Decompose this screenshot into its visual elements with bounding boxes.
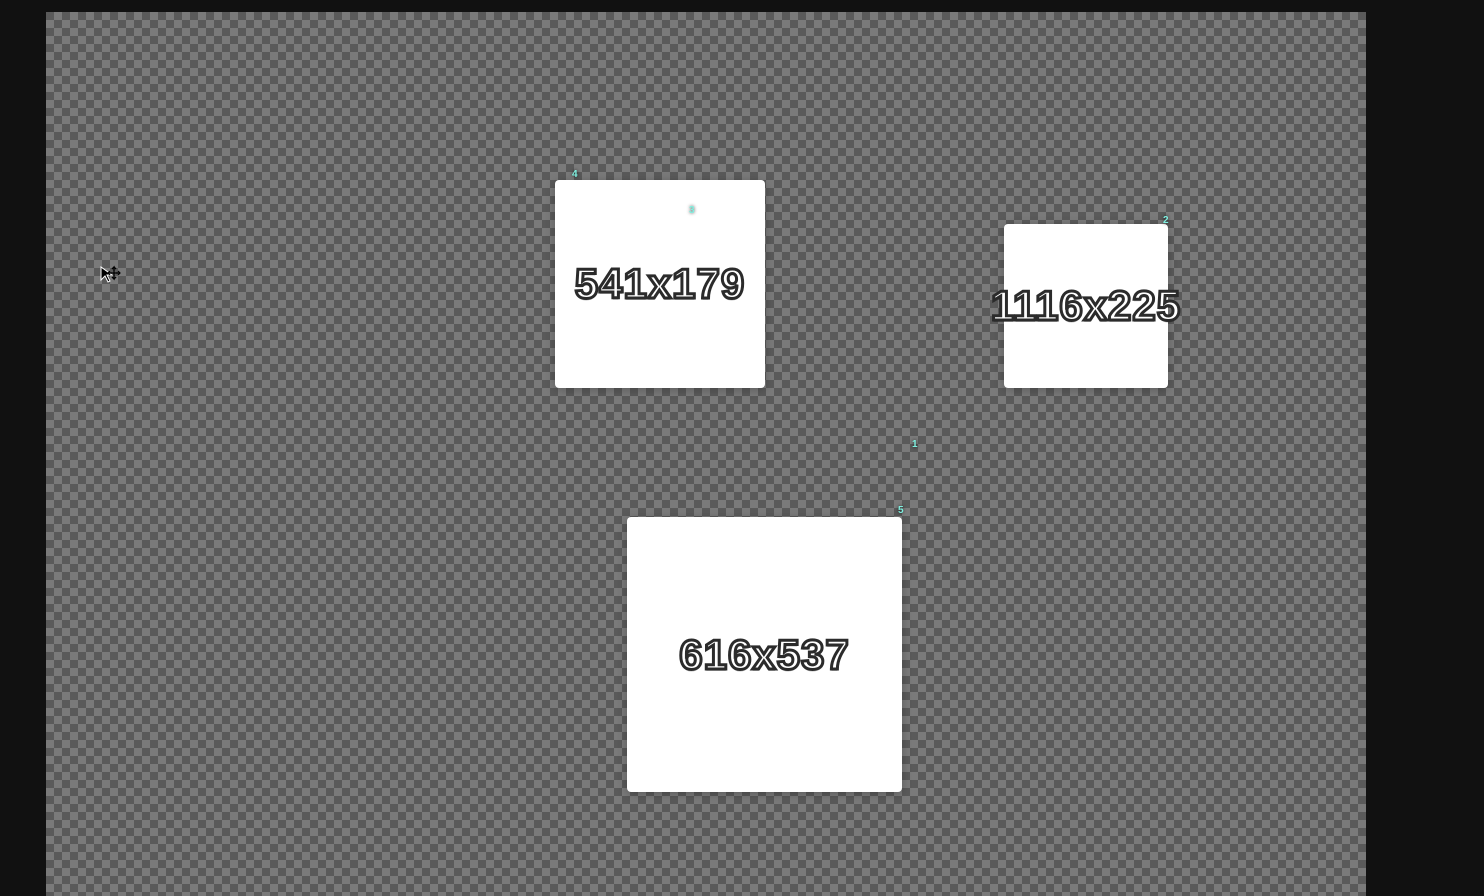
layer-label: 616x537 (679, 631, 850, 679)
move-cursor-icon (99, 265, 121, 287)
anchor-marker: 4 (572, 169, 578, 180)
layer-top-left[interactable]: 541x179 (555, 180, 765, 388)
layer-bottom[interactable]: 616x537 (627, 517, 902, 792)
layer-label: 541x179 (575, 260, 746, 308)
viewport: 541x179 1116x225 616x537 4 3 2 1 5 (0, 0, 1484, 896)
layer-label: 1116x225 (991, 282, 1181, 330)
transparency-canvas[interactable]: 541x179 1116x225 616x537 4 3 2 1 5 (46, 12, 1366, 896)
anchor-marker: 1 (912, 439, 918, 450)
anchor-marker: 5 (898, 505, 904, 516)
canvas-frame: 541x179 1116x225 616x537 4 3 2 1 5 (0, 0, 1484, 896)
layer-top-right[interactable]: 1116x225 (1004, 224, 1168, 388)
